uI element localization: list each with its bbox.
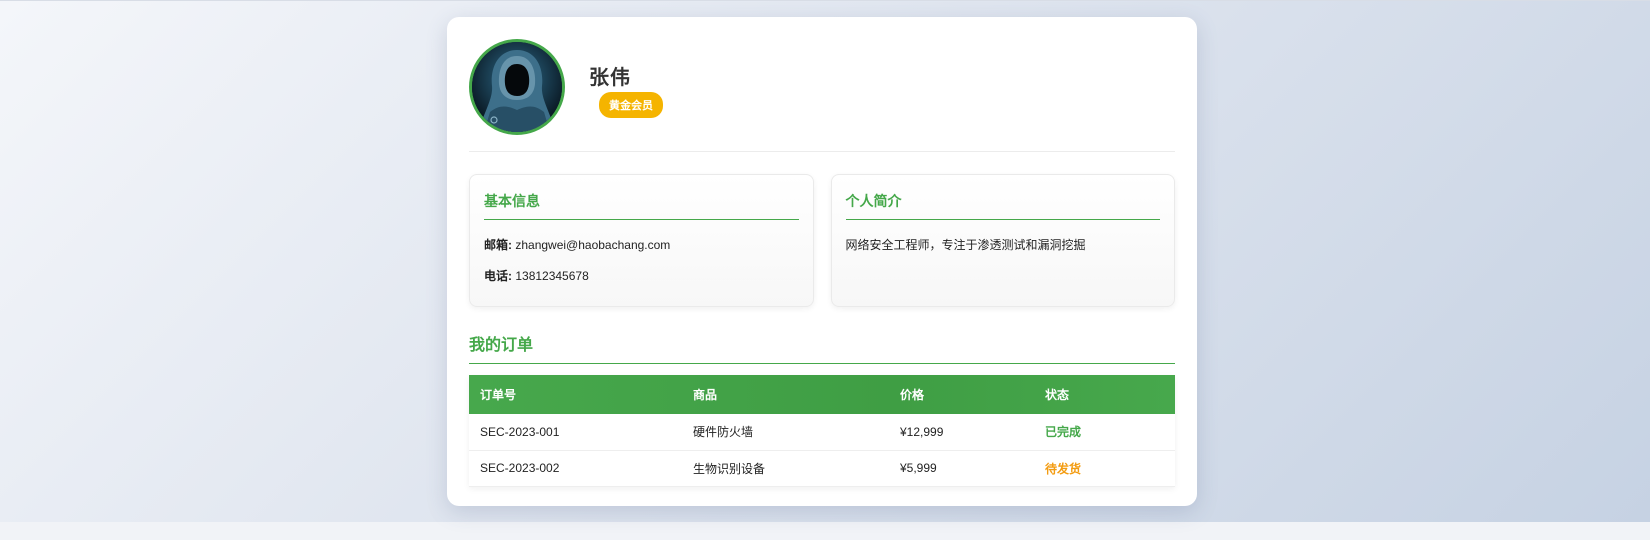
basic-info-title: 基本信息	[484, 191, 799, 220]
phone-row: 电话: 13812345678	[484, 267, 799, 284]
column-header-product: 商品	[693, 388, 718, 402]
order-id-cell: SEC-2023-002	[469, 450, 682, 487]
info-panels: 基本信息 邮箱: zhangwei@haobachang.com 电话: 138…	[469, 174, 1175, 307]
status-cell: 已完成	[1034, 414, 1175, 451]
user-name: 张伟	[589, 67, 631, 89]
avatar	[469, 39, 565, 135]
name-block: 张伟 黄金会员	[589, 39, 663, 118]
column-header-status: 状态	[1045, 388, 1070, 402]
orders-title: 我的订单	[469, 331, 1175, 364]
phone-value: 13812345678	[515, 269, 589, 283]
email-label: 邮箱:	[484, 238, 512, 252]
email-row: 邮箱: zhangwei@haobachang.com	[484, 236, 799, 253]
profile-header: 张伟 黄金会员	[469, 39, 1175, 152]
phone-label: 电话:	[484, 269, 512, 283]
hooded-figure-icon	[472, 42, 562, 132]
price-cell: ¥5,999	[889, 450, 1034, 487]
product-cell: 硬件防火墙	[682, 414, 889, 451]
email-value: zhangwei@haobachang.com	[515, 238, 671, 252]
profile-card: 张伟 黄金会员 基本信息 邮箱: zhangwei@haobachang.com…	[447, 17, 1197, 506]
membership-badge: 黄金会员	[599, 92, 663, 118]
bio-panel: 个人简介 网络安全工程师，专注于渗透测试和漏洞挖掘	[830, 174, 1175, 307]
order-id-cell: SEC-2023-001	[469, 414, 682, 451]
orders-table: 订单号 商品 价格 状态 SEC-2023-001 硬件防火墙 ¥12,999 …	[469, 375, 1175, 487]
table-row[interactable]: SEC-2023-001 硬件防火墙 ¥12,999 已完成	[469, 414, 1175, 451]
product-cell: 生物识别设备	[682, 450, 889, 487]
basic-info-panel: 基本信息 邮箱: zhangwei@haobachang.com 电话: 138…	[469, 174, 814, 307]
status-cell: 待发货	[1034, 450, 1175, 487]
orders-header-row: 订单号 商品 价格 状态	[469, 375, 1175, 414]
price-cell: ¥12,999	[889, 414, 1034, 451]
column-header-order-id: 订单号	[480, 388, 517, 402]
column-header-price: 价格	[900, 388, 925, 402]
bio-text: 网络安全工程师，专注于渗透测试和漏洞挖掘	[845, 238, 1086, 252]
bio-title: 个人简介	[845, 191, 1160, 220]
table-row[interactable]: SEC-2023-002 生物识别设备 ¥5,999 待发货	[469, 450, 1175, 487]
